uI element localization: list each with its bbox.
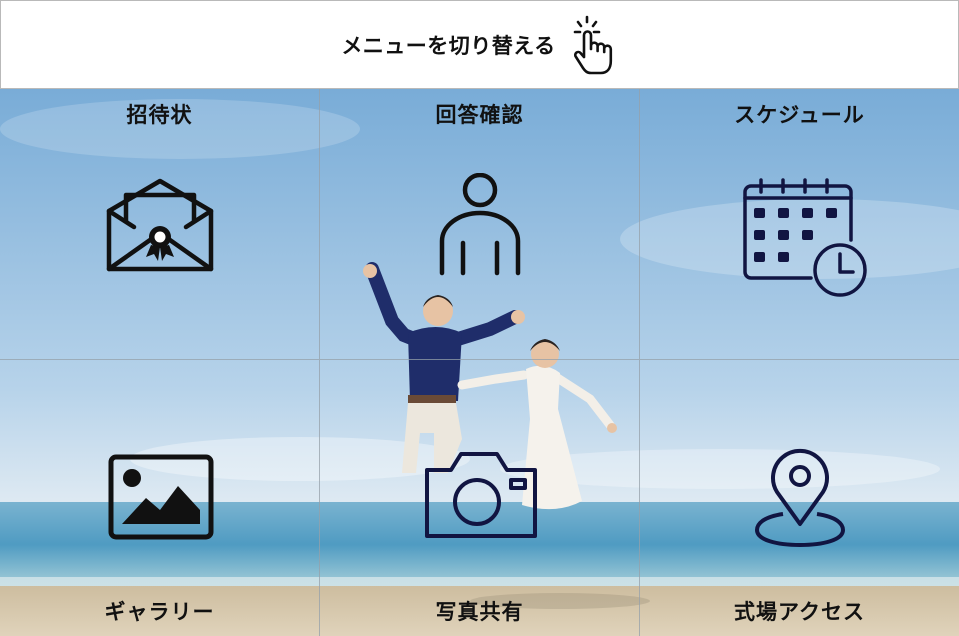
menu-item-label: ギャラリー	[104, 600, 215, 624]
map-pin-icon	[753, 444, 847, 552]
menu-item-label: 式場アクセス	[734, 600, 865, 624]
menu-item-venue-access[interactable]: 式場アクセス	[640, 360, 959, 636]
invitation-envelope-icon	[104, 177, 216, 277]
menu-item-label: 招待状	[126, 103, 193, 127]
image-gallery-icon	[108, 454, 214, 544]
menu-switch-header[interactable]: メニューを切り替える	[0, 0, 959, 89]
menu-item-label: スケジュール	[734, 103, 865, 127]
tap-hand-icon	[570, 13, 618, 77]
menu-grid: 招待状 回答確認 スケジュール ギャラリー 写真共有 式場アクセス	[0, 89, 959, 636]
menu-item-label: 写真共有	[435, 600, 524, 624]
calendar-clock-icon	[741, 178, 871, 302]
menu-item-rsvp-check[interactable]: 回答確認	[320, 89, 640, 360]
camera-icon	[423, 450, 539, 544]
menu-item-gallery[interactable]: ギャラリー	[0, 360, 320, 636]
menu-item-schedule[interactable]: スケジュール	[640, 89, 959, 360]
person-icon	[438, 172, 522, 281]
menu-switch-title: メニューを切り替える	[341, 33, 556, 58]
menu-item-photo-share[interactable]: 写真共有	[320, 360, 640, 636]
menu-item-label: 回答確認	[435, 103, 524, 127]
menu-item-invitation[interactable]: 招待状	[0, 89, 320, 360]
